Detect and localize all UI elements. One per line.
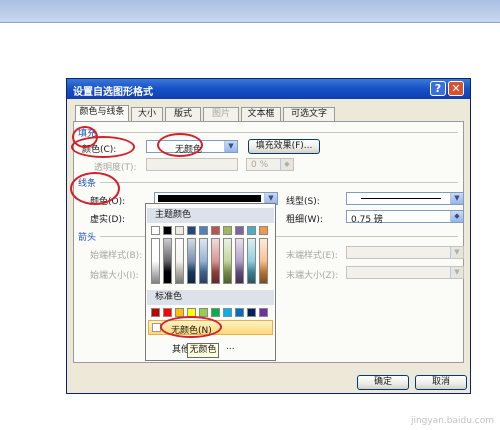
more-colors-suffix: ... xyxy=(226,342,235,352)
standard-color-swatch[interactable] xyxy=(211,308,220,317)
tab-layout[interactable]: 版式 xyxy=(165,107,201,121)
transparency-spinner: 0 % ◆ xyxy=(246,158,294,171)
divider xyxy=(100,132,458,133)
annotation-circle xyxy=(71,136,135,158)
color-swatch-column[interactable] xyxy=(235,238,244,284)
arrows-section-title: 箭头 xyxy=(78,233,97,243)
standard-color-swatch[interactable] xyxy=(235,308,244,317)
dashed-label: 虚实(D): xyxy=(90,215,125,225)
help-button[interactable]: ? xyxy=(430,81,446,96)
standard-colors-header: 标准色 xyxy=(147,290,274,305)
end-size-dropdown: ▼ xyxy=(346,266,464,279)
line-color-popup: 主题颜色 标准色 无颜色(N) 其他 ... xyxy=(145,203,276,361)
color-swatch[interactable] xyxy=(259,226,268,235)
standard-color-swatch[interactable] xyxy=(151,308,160,317)
tab-colors-lines[interactable]: 颜色与线条 xyxy=(75,105,129,121)
tab-picture: 图片 xyxy=(203,107,239,121)
dialog-titlebar[interactable]: 设置自选图形格式 ? ✕ xyxy=(67,79,470,99)
color-swatch-column[interactable] xyxy=(187,238,196,284)
color-swatch-column[interactable] xyxy=(211,238,220,284)
close-button[interactable]: ✕ xyxy=(448,81,464,96)
cancel-button[interactable]: 取消 xyxy=(415,375,467,390)
transparency-value: 0 % xyxy=(251,160,269,170)
line-style-dropdown[interactable]: ▼ xyxy=(346,192,464,205)
standard-color-swatch[interactable] xyxy=(223,308,232,317)
standard-color-swatch[interactable] xyxy=(259,308,268,317)
color-swatch[interactable] xyxy=(163,226,172,235)
color-swatch-column[interactable] xyxy=(259,238,268,284)
tab-size[interactable]: 大小 xyxy=(131,107,163,121)
theme-colors-header: 主题颜色 xyxy=(147,208,274,223)
chevron-down-icon: ▼ xyxy=(450,193,463,204)
color-swatch-column[interactable] xyxy=(151,238,160,284)
standard-color-swatch[interactable] xyxy=(163,308,172,317)
spinner-icon: ◆ xyxy=(450,211,463,222)
color-swatch[interactable] xyxy=(175,226,184,235)
chevron-down-icon: ▼ xyxy=(450,247,463,258)
color-swatch-column[interactable] xyxy=(163,238,172,284)
watermark: jingyan.baidu.com xyxy=(410,416,494,426)
end-style-label: 末端样式(E): xyxy=(286,251,338,261)
chevron-down-icon: ▼ xyxy=(224,141,237,152)
standard-color-swatch[interactable] xyxy=(247,308,256,317)
end-style-dropdown: ▼ xyxy=(346,246,464,259)
fill-effects-button[interactable]: 填充效果(F)... xyxy=(248,139,320,154)
dialog-title: 设置自选图形格式 xyxy=(73,87,153,98)
color-swatch[interactable] xyxy=(235,226,244,235)
color-swatch[interactable] xyxy=(211,226,220,235)
line-color-swatch xyxy=(158,195,261,202)
line-style-label: 线型(S): xyxy=(286,197,320,207)
color-swatch-column[interactable] xyxy=(199,238,208,284)
tab-textbox[interactable]: 文本框 xyxy=(241,107,281,121)
color-swatch[interactable] xyxy=(199,226,208,235)
color-swatch-column[interactable] xyxy=(175,238,184,284)
color-swatch[interactable] xyxy=(151,226,160,235)
begin-size-label: 始端大小(I): xyxy=(90,271,139,281)
annotation-circle xyxy=(160,316,222,338)
transparency-slider xyxy=(146,158,238,171)
app-ribbon-strip xyxy=(0,0,500,23)
spinner-icon: ◆ xyxy=(280,159,293,170)
color-swatch-column[interactable] xyxy=(223,238,232,284)
color-swatch[interactable] xyxy=(247,226,256,235)
weight-label: 粗细(W): xyxy=(286,215,323,225)
weight-spinner[interactable]: 0.75 磅 ◆ xyxy=(346,210,464,225)
color-swatch[interactable] xyxy=(187,226,196,235)
color-swatch-column[interactable] xyxy=(247,238,256,284)
end-size-label: 末端大小(Z): xyxy=(286,271,339,281)
no-color-tooltip: 无颜色 xyxy=(187,343,219,358)
weight-value: 0.75 磅 xyxy=(351,215,383,225)
begin-style-label: 始端样式(B): xyxy=(90,251,143,261)
ok-button[interactable]: 确定 xyxy=(357,375,409,390)
tab-alt-text[interactable]: 可选文字 xyxy=(283,107,335,121)
line-style-preview xyxy=(361,198,441,199)
chevron-down-icon: ▼ xyxy=(450,267,463,278)
annotation-circle xyxy=(157,133,203,157)
annotation-circle xyxy=(70,172,120,205)
color-swatch[interactable] xyxy=(223,226,232,235)
transparency-label: 透明度(T): xyxy=(94,163,137,173)
divider xyxy=(100,182,458,183)
